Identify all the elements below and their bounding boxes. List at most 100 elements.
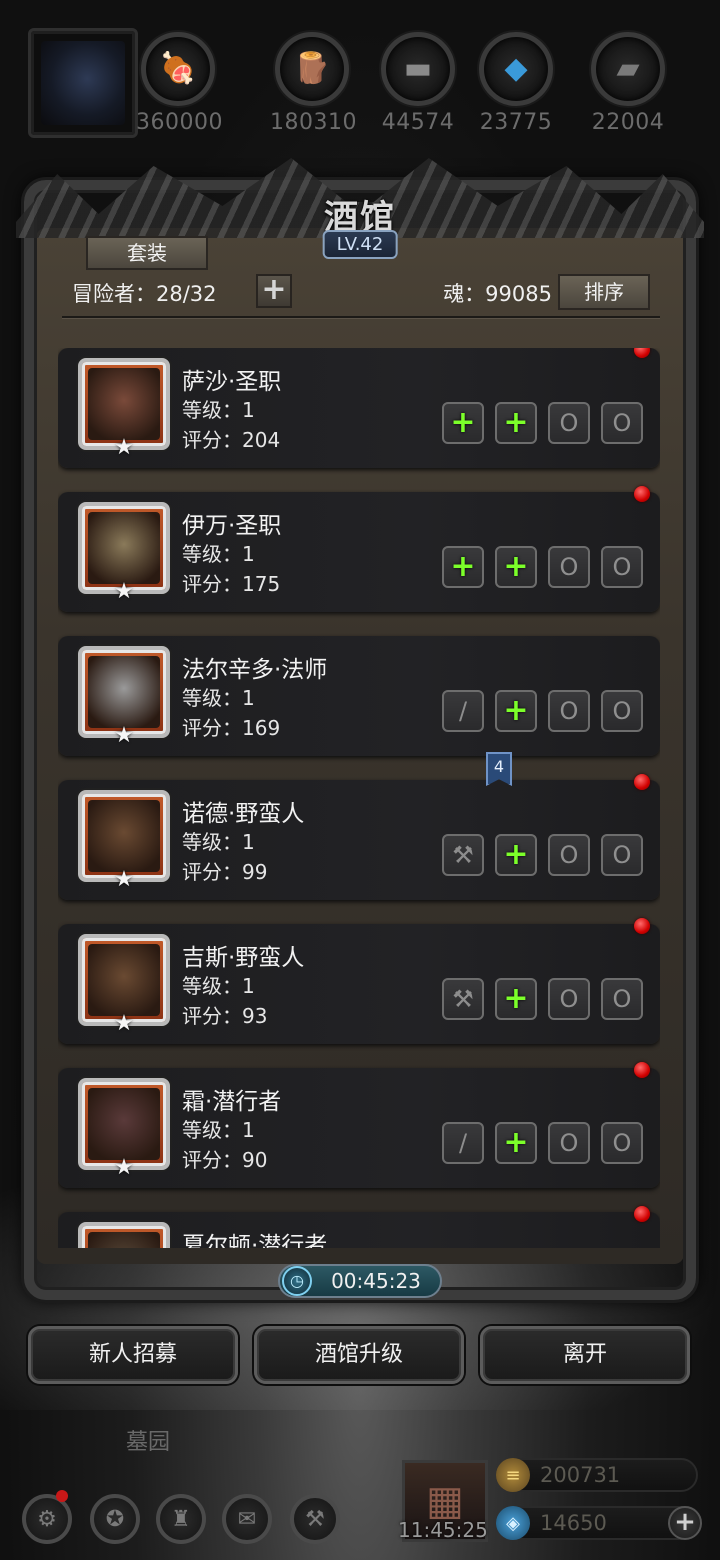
ring-slot-icon[interactable]: O xyxy=(548,1122,590,1164)
hero-row[interactable]: ★ 诺德·野蛮人 等级：1 评分：99 ⚒ + O O xyxy=(58,774,660,900)
notification-dot xyxy=(634,348,650,358)
resource-wood[interactable]: 🪵 180310 xyxy=(270,32,357,135)
equipment-slots: / + O O xyxy=(442,1122,643,1164)
hero-row[interactable]: ★ 萨沙·圣职 等级：1 评分：204 + + O O xyxy=(58,348,660,468)
ring-slot-icon[interactable]: O xyxy=(548,834,590,876)
gift-timer: 11:45:25 xyxy=(398,1518,488,1542)
equip-add-slot[interactable]: + xyxy=(495,402,537,444)
suit-button[interactable]: 套装 xyxy=(86,236,208,270)
notification-dot xyxy=(56,1490,68,1502)
add-gems-button[interactable]: + xyxy=(668,1506,702,1540)
hero-name: 霜·潜行者 xyxy=(182,1089,282,1115)
equipment-slots: ⚒ + O O xyxy=(442,978,643,1020)
equip-add-slot[interactable]: + xyxy=(495,1122,537,1164)
hero-score: 评分：175 xyxy=(182,572,281,596)
hero-portrait[interactable]: ★ xyxy=(78,358,170,460)
mail-icon[interactable]: ✉ xyxy=(222,1494,272,1544)
hero-portrait[interactable]: ★ xyxy=(78,1078,170,1180)
weapon-slot-icon[interactable]: / xyxy=(442,1122,484,1164)
ring-slot-icon[interactable]: O xyxy=(601,1122,643,1164)
add-capacity-button[interactable]: + xyxy=(256,274,292,308)
hero-level: 等级：1 xyxy=(182,686,255,710)
resource-value: 22004 xyxy=(591,110,665,135)
equipment-slots: + + O O xyxy=(442,402,643,444)
upgrade-tavern-button[interactable]: 酒馆升级 xyxy=(254,1326,464,1384)
settings-icon[interactable]: ⚙ xyxy=(22,1494,72,1544)
star-icon: ★ xyxy=(114,723,134,748)
equip-add-slot[interactable]: + xyxy=(495,546,537,588)
hero-face xyxy=(88,944,160,1016)
hero-portrait[interactable]: ★ xyxy=(78,646,170,748)
ring-slot-icon[interactable]: O xyxy=(601,546,643,588)
weapon-slot-icon[interactable]: ⚒ xyxy=(442,978,484,1020)
equipment-slots: ⚒ + O O xyxy=(442,834,643,876)
equip-add-slot[interactable]: + xyxy=(495,690,537,732)
ring-slot-icon[interactable]: O xyxy=(601,978,643,1020)
ring-slot-icon[interactable]: O xyxy=(601,834,643,876)
player-avatar[interactable] xyxy=(28,28,138,138)
hero-portrait[interactable]: ★ xyxy=(78,934,170,1036)
hero-face xyxy=(88,368,160,440)
resource-value: 44574 xyxy=(381,110,455,135)
hero-list[interactable]: ★ 萨沙·圣职 等级：1 评分：204 + + O O ★ 伊万·圣职 等级：1 评分：175 + + O O… xyxy=(58,348,660,1248)
player-face xyxy=(41,41,125,125)
star-icon: ★ xyxy=(114,579,134,604)
star-icon: ★ xyxy=(114,867,134,892)
crystal-icon: ◆ xyxy=(479,32,553,106)
resource-steel[interactable]: ▰ 22004 xyxy=(586,32,670,135)
resource-meat[interactable]: 🍖 360000 xyxy=(136,32,223,135)
ring-slot-icon[interactable]: O xyxy=(601,402,643,444)
equip-add-slot[interactable]: + xyxy=(442,402,484,444)
hero-level: 等级：1 xyxy=(182,974,255,998)
gem-value: 14650 xyxy=(540,1511,607,1535)
ring-slot-icon[interactable]: O xyxy=(548,402,590,444)
notification-dot xyxy=(634,1062,650,1078)
wood-icon: 🪵 xyxy=(275,32,349,106)
sort-button[interactable]: 排序 xyxy=(558,274,650,310)
equipment-slots: / + O O xyxy=(442,690,643,732)
ring-slot-icon[interactable]: O xyxy=(548,978,590,1020)
equipment-slots: + + O O xyxy=(442,546,643,588)
gold-bar: ≡ 200731 xyxy=(496,1458,698,1492)
resource-value: 23775 xyxy=(479,110,553,135)
equip-add-slot[interactable]: + xyxy=(442,546,484,588)
tavern-panel: 酒馆 LV.42 套装 冒险者：28/32 + 魂：99085 排序 ★ 萨沙·圣… xyxy=(16,158,704,1300)
notification-dot xyxy=(634,774,650,790)
equip-add-slot[interactable]: + xyxy=(495,834,537,876)
hero-level: 等级：1 xyxy=(182,398,255,422)
hero-portrait[interactable]: ★ xyxy=(78,1222,170,1248)
resource-value: 180310 xyxy=(270,110,357,135)
ring-slot-icon[interactable]: O xyxy=(548,690,590,732)
hero-level: 等级：1 xyxy=(182,1118,255,1142)
star-icon: ★ xyxy=(114,435,134,460)
hero-row[interactable]: ★ 夏尔顿·潜行者 xyxy=(58,1206,660,1248)
weapon-slot-icon[interactable]: / xyxy=(442,690,484,732)
hero-row[interactable]: ★ 法尔辛多·法师 等级：1 评分：169 / + O O xyxy=(58,636,660,756)
hero-row[interactable]: ★ 吉斯·野蛮人 等级：1 评分：93 ⚒ + O O xyxy=(58,918,660,1044)
clock-icon: ◷ xyxy=(282,1266,312,1296)
gem-icon: ◈ xyxy=(496,1506,530,1540)
timer-value: 00:45:23 xyxy=(331,1269,421,1293)
adventurer-count: 冒险者：28/32 xyxy=(72,282,217,306)
resource-value: 360000 xyxy=(136,110,223,135)
guild-icon[interactable]: ♜ xyxy=(156,1494,206,1544)
leave-button[interactable]: 离开 xyxy=(480,1326,690,1384)
resource-iron[interactable]: ▬ 44574 xyxy=(376,32,460,135)
hero-portrait[interactable]: ★ xyxy=(78,790,170,892)
recruit-button[interactable]: 新人招募 xyxy=(28,1326,238,1384)
ring-slot-icon[interactable]: O xyxy=(548,546,590,588)
hero-portrait[interactable]: ★ xyxy=(78,502,170,604)
resource-crystal[interactable]: ◆ 23775 xyxy=(474,32,558,135)
iron-ingot-icon: ▬ xyxy=(381,32,455,106)
hero-score: 评分：93 xyxy=(182,1004,268,1028)
hero-name: 萨沙·圣职 xyxy=(182,369,282,395)
hero-face xyxy=(88,800,160,872)
equip-add-slot[interactable]: + xyxy=(495,978,537,1020)
hero-row[interactable]: ★ 霜·潜行者 等级：1 评分：90 / + O O xyxy=(58,1062,660,1188)
weapon-slot-icon[interactable]: ⚒ xyxy=(442,834,484,876)
hero-row[interactable]: ★ 伊万·圣职 等级：1 评分：175 + + O O xyxy=(58,486,660,612)
hero-icon[interactable]: ✪ xyxy=(90,1494,140,1544)
craft-icon[interactable]: ⚒ xyxy=(290,1494,340,1544)
star-icon: ★ xyxy=(114,1155,134,1180)
ring-slot-icon[interactable]: O xyxy=(601,690,643,732)
